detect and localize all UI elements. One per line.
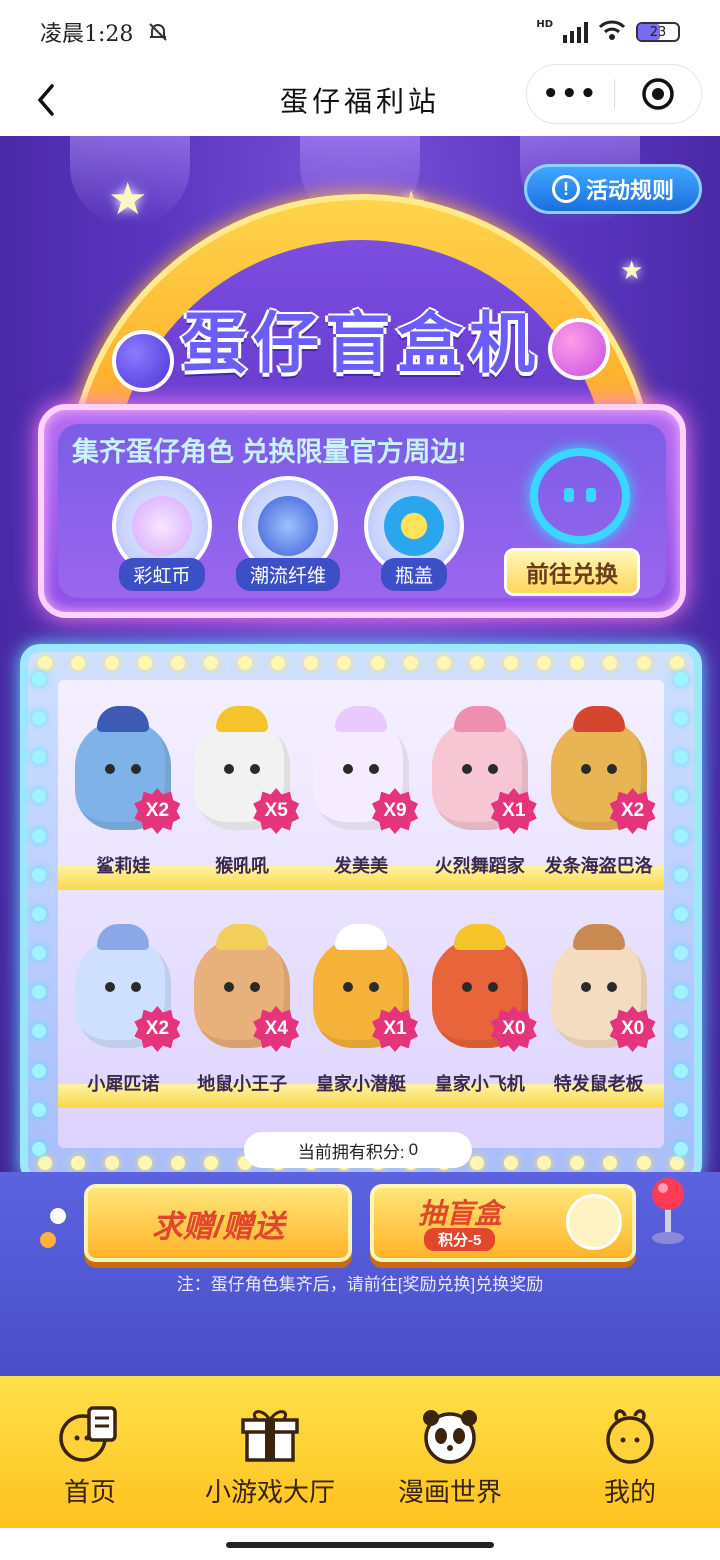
home-indicator[interactable] — [226, 1542, 494, 1548]
figure-name: 小犀匹诺 — [87, 1074, 160, 1094]
figure-name: 地鼠小王子 — [197, 1074, 288, 1094]
figure-item[interactable]: X5 猴吼吼 — [183, 700, 301, 910]
status-time: 凌晨1:28 — [40, 22, 134, 47]
back-icon[interactable] — [28, 80, 68, 120]
figure-item[interactable]: X9 发美美 — [302, 700, 420, 910]
figure-row-1: X2 鲨莉娃 X5 猴吼吼 X9 发美美 X1 火烈舞蹈家 X2 发条海盗巴洛 — [58, 700, 664, 910]
figure-item[interactable]: X2 鲨莉娃 — [64, 700, 182, 910]
tab-mini-games[interactable]: 小游戏大厅 — [180, 1376, 360, 1528]
joystick-icon — [648, 1176, 688, 1246]
currency-trend-fiber: 潮流纤维 — [236, 476, 340, 591]
profile-egg-icon — [595, 1402, 665, 1466]
signal-icon — [563, 21, 588, 43]
wifi-icon — [598, 19, 626, 45]
tab-comic-world[interactable]: 漫画世界 — [360, 1376, 540, 1528]
draw-cost-badge: 积分-5 — [424, 1228, 496, 1251]
mascot-face-icon — [530, 448, 630, 544]
figure-name: 发条海盗巴洛 — [544, 856, 653, 876]
figure-item[interactable]: X4 地鼠小王子 — [183, 918, 301, 1128]
figure-name: 发美美 — [333, 856, 388, 876]
footnote: 注：蛋仔角色集齐后，请前往[奖励兑换]兑换奖励 — [176, 1275, 544, 1294]
gift-box-icon — [235, 1402, 305, 1466]
mini-program-capsule: ••• — [526, 64, 702, 124]
go-exchange-button[interactable]: 前往兑换 — [504, 548, 640, 596]
panda-icon — [415, 1402, 485, 1466]
bell-muted-icon — [147, 21, 169, 43]
figure-item[interactable]: X2 发条海盗巴洛 — [540, 700, 658, 910]
figure-name: 火烈舞蹈家 — [434, 856, 525, 876]
exchange-panel: 集齐蛋仔角色 兑换限量官方周边! 彩虹币 潮流纤维 瓶盖 前往兑换 — [38, 404, 686, 618]
blind-box-machine: ★ ★ ★ ★ ! 活动规则 蛋仔盲盒机 集齐蛋仔角色 兑换限量官方周边! 彩虹… — [0, 136, 720, 1376]
figure-item[interactable]: X0 特发鼠老板 — [540, 918, 658, 1128]
figure-name: 猴吼吼 — [215, 856, 270, 876]
info-icon: ! — [551, 175, 580, 203]
close-target-icon[interactable] — [615, 77, 702, 111]
figure-row-2: X2 小犀匹诺 X4 地鼠小王子 X1 皇家小潜艇 X0 皇家小飞机 X0 特发… — [58, 918, 664, 1128]
bottom-tab-bar: 首页 小游戏大厅 漫画世界 我的 — [0, 1376, 720, 1528]
points-label: 当前拥有积分: — [297, 1142, 405, 1162]
figure-item[interactable]: X1 火烈舞蹈家 — [421, 700, 539, 910]
battery-icon: 23 — [636, 22, 680, 42]
figure-item[interactable]: X1 皇家小潜艇 — [302, 918, 420, 1128]
points-value: 0 — [408, 1140, 419, 1159]
home-icon — [55, 1402, 125, 1466]
more-button[interactable]: ••• — [527, 79, 614, 109]
page-title: 蛋仔福利站 — [279, 85, 440, 118]
tab-profile[interactable]: 我的 — [540, 1376, 720, 1528]
currency-bottle-cap: 瓶盖 — [362, 476, 466, 591]
display-cabinet: X2 鲨莉娃 X5 猴吼吼 X9 发美美 X1 火烈舞蹈家 X2 发条海盗巴洛 … — [20, 644, 702, 1184]
figure-name: 鲨莉娃 — [96, 856, 151, 876]
currency-rainbow-coin: 彩虹币 — [110, 476, 214, 591]
star-icon: ★ — [620, 256, 644, 286]
banner-title: 蛋仔盲盒机 — [181, 306, 541, 380]
star-icon: ★ — [108, 174, 148, 225]
status-bar: 凌晨1:28 HD 23 — [0, 0, 720, 64]
request-gift-button[interactable]: 求赠/赠送 — [84, 1184, 352, 1262]
chick-icon — [566, 1194, 622, 1250]
points-display: 当前拥有积分: 0 — [244, 1132, 472, 1168]
battery-level: 23 — [649, 24, 667, 40]
tab-home[interactable]: 首页 — [0, 1376, 180, 1528]
figure-item[interactable]: X0 皇家小飞机 — [421, 918, 539, 1128]
figure-name: 皇家小潜艇 — [315, 1074, 406, 1094]
draw-blind-box-button[interactable]: 抽盲盒 积分-5 — [370, 1184, 636, 1262]
panel-heading: 集齐蛋仔角色 兑换限量官方周边! — [72, 437, 467, 467]
hd-icon: HD — [536, 18, 553, 30]
figure-name: 特发鼠老板 — [553, 1074, 644, 1094]
figure-item[interactable]: X2 小犀匹诺 — [64, 918, 182, 1128]
nav-bar: 蛋仔福利站 ••• — [0, 64, 720, 136]
figure-name: 皇家小飞机 — [434, 1074, 525, 1094]
activity-rules-button[interactable]: ! 活动规则 — [524, 164, 702, 214]
